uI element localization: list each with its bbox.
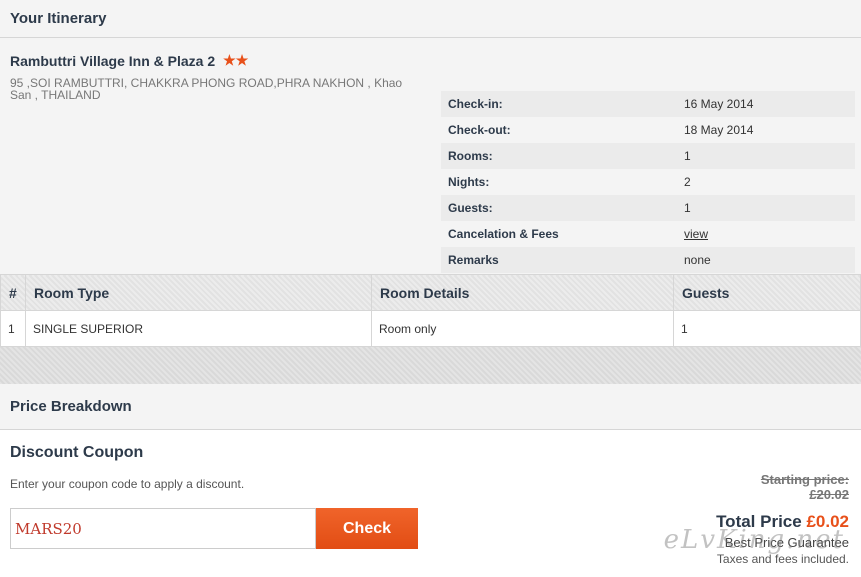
detail-value: 16 May 2014 — [684, 97, 754, 111]
detail-value: 1 — [684, 201, 691, 215]
cell-room-details: Room only — [371, 310, 674, 347]
detail-label: Guests: — [448, 201, 493, 215]
detail-value-wrapper: view — [684, 227, 708, 241]
col-room-details: Room Details — [371, 274, 674, 311]
coupon-title: Discount Coupon — [10, 444, 144, 461]
price-summary: Starting price: £20.02 Total Price £0.02… — [716, 472, 849, 566]
star-rating-icon: ★★ — [223, 52, 249, 68]
total-price-label: Total Price — [716, 512, 802, 531]
starting-price-value: £20.02 — [809, 487, 849, 502]
coupon-section: Discount Coupon Enter your coupon code t… — [0, 430, 861, 577]
detail-row-rooms: Rooms: 1 — [441, 143, 855, 169]
itinerary-panel: Rambuttri Village Inn & Plaza 2 ★★ 95 ,S… — [0, 38, 861, 274]
total-price-value: £0.02 — [806, 512, 849, 531]
price-title: Price Breakdown — [10, 398, 132, 415]
detail-label: Check-out: — [448, 123, 511, 137]
detail-label: Rooms: — [448, 149, 493, 163]
detail-row-guests: Guests: 1 — [441, 195, 855, 221]
detail-value: none — [684, 253, 711, 267]
col-number: # — [0, 274, 26, 311]
coupon-hint: Enter your coupon code to apply a discou… — [10, 477, 245, 491]
total-price: Total Price £0.02 — [716, 512, 849, 532]
itinerary-title: Your Itinerary — [10, 10, 107, 27]
coupon-input[interactable] — [10, 508, 316, 549]
detail-label: Nights: — [448, 175, 490, 189]
detail-value: 2 — [684, 175, 691, 189]
detail-value: 1 — [684, 149, 691, 163]
detail-row-cancelation: Cancelation & Fees view — [441, 221, 855, 247]
col-guests: Guests — [673, 274, 861, 311]
cancelation-view-link[interactable]: view — [684, 227, 708, 241]
hotel-address: 95 ,SOI RAMBUTTRI, CHAKKRA PHONG ROAD,PH… — [10, 76, 403, 102]
detail-row-checkin: Check-in: 16 May 2014 — [441, 91, 855, 117]
price-header: Price Breakdown — [0, 384, 861, 430]
itinerary-header: Your Itinerary — [0, 0, 861, 38]
taxes-note: Taxes and fees included. — [716, 552, 849, 566]
detail-row-nights: Nights: 2 — [441, 169, 855, 195]
cell-room-type: SINGLE SUPERIOR — [25, 310, 372, 347]
cell-number: 1 — [0, 310, 26, 347]
detail-value: 18 May 2014 — [684, 123, 754, 137]
hotel-name: Rambuttri Village Inn & Plaza 2 — [10, 52, 216, 69]
booking-details: Check-in: 16 May 2014 Check-out: 18 May … — [441, 91, 855, 273]
room-table: # Room Type Room Details Guests 1 SINGLE… — [0, 274, 861, 347]
hotel-name-row: Rambuttri Village Inn & Plaza 2 ★★ — [10, 52, 410, 69]
check-coupon-button[interactable]: Check — [316, 508, 418, 549]
detail-row-checkout: Check-out: 18 May 2014 — [441, 117, 855, 143]
detail-label: Remarks — [448, 253, 499, 267]
best-price-guarantee: Best Price Guarantee — [724, 535, 849, 550]
cell-guests: 1 — [673, 310, 861, 347]
table-row: 1 SINGLE SUPERIOR Room only 1 — [0, 310, 861, 347]
detail-label: Cancelation & Fees — [448, 227, 559, 241]
starting-price-label: Starting price: — [760, 472, 849, 487]
detail-label: Check-in: — [448, 97, 503, 111]
col-room-type: Room Type — [25, 274, 372, 311]
room-table-header: # Room Type Room Details Guests — [0, 274, 861, 311]
divider-band — [0, 347, 861, 384]
hotel-info: Rambuttri Village Inn & Plaza 2 ★★ 95 ,S… — [10, 52, 410, 101]
detail-row-remarks: Remarks none — [441, 247, 855, 273]
